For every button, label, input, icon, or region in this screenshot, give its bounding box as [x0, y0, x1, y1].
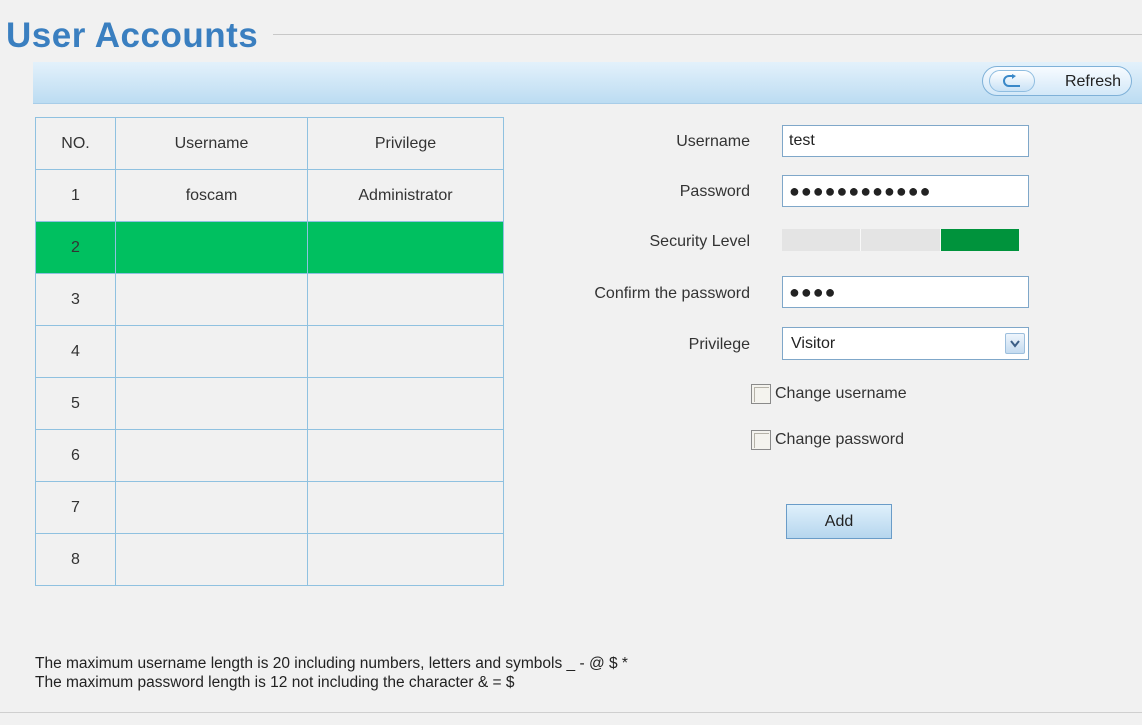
refresh-arrow-icon: [989, 70, 1035, 92]
cell-no: 7: [35, 481, 116, 534]
cell-username: [115, 377, 308, 430]
change-password-label: Change password: [775, 431, 904, 448]
table-header-row: NO. Username Privilege: [35, 117, 504, 170]
username-label: Username: [676, 133, 750, 150]
cell-no: 4: [35, 325, 116, 378]
change-password-checkbox[interactable]: [751, 430, 771, 450]
refresh-label: Refresh: [1064, 73, 1121, 90]
cell-no: 8: [35, 533, 116, 586]
cell-username: [115, 273, 308, 326]
cell-no: 1: [35, 169, 116, 222]
table-row-selected[interactable]: 2: [35, 221, 504, 274]
cell-no: 3: [35, 273, 116, 326]
table-row[interactable]: 5: [35, 377, 504, 430]
cell-no: 6: [35, 429, 116, 482]
column-header-username: Username: [115, 117, 308, 170]
confirm-password-label: Confirm the password: [594, 285, 750, 302]
table-row[interactable]: 6: [35, 429, 504, 482]
cell-username: [115, 429, 308, 482]
cell-username: [115, 481, 308, 534]
cell-username: [115, 221, 308, 274]
cell-privilege: [307, 273, 504, 326]
confirm-password-field[interactable]: ●●●●: [782, 276, 1029, 308]
username-field[interactable]: test: [782, 125, 1029, 157]
cell-privilege: [307, 533, 504, 586]
refresh-button[interactable]: Refresh: [982, 66, 1132, 96]
user-table: NO. Username Privilege 1 foscam Administ…: [35, 117, 504, 586]
cell-no: 5: [35, 377, 116, 430]
password-field[interactable]: ●●●●●●●●●●●●: [782, 175, 1029, 207]
table-row[interactable]: 4: [35, 325, 504, 378]
page-title: User Accounts: [6, 16, 259, 55]
toolbar: Refresh: [33, 62, 1142, 104]
cell-username: [115, 533, 308, 586]
cell-privilege: [307, 481, 504, 534]
privilege-select-value: Visitor: [791, 335, 836, 352]
cell-username: foscam: [115, 169, 308, 222]
add-button[interactable]: Add: [786, 504, 892, 539]
bottom-divider: [0, 712, 1142, 713]
change-password-option[interactable]: Change password: [751, 429, 904, 451]
cell-privilege: [307, 325, 504, 378]
username-rule-note: The maximum username length is 20 includ…: [35, 655, 628, 672]
change-username-label: Change username: [775, 385, 907, 402]
cell-privilege: [307, 221, 504, 274]
privilege-label: Privilege: [688, 336, 750, 353]
table-row[interactable]: 7: [35, 481, 504, 534]
privilege-select[interactable]: Visitor: [782, 327, 1029, 360]
change-username-option[interactable]: Change username: [751, 383, 907, 405]
table-row[interactable]: 8: [35, 533, 504, 586]
chevron-down-icon[interactable]: [1005, 333, 1025, 354]
title-divider: [273, 34, 1142, 35]
security-segment-medium: [861, 229, 941, 251]
change-username-checkbox[interactable]: [751, 384, 771, 404]
table-row[interactable]: 3: [35, 273, 504, 326]
cell-privilege: [307, 429, 504, 482]
cell-username: [115, 325, 308, 378]
security-segment-weak: [782, 229, 862, 251]
table-row[interactable]: 1 foscam Administrator: [35, 169, 504, 222]
password-rule-note: The maximum password length is 12 not in…: [35, 674, 515, 691]
column-header-privilege: Privilege: [307, 117, 504, 170]
column-header-no: NO.: [35, 117, 116, 170]
password-label: Password: [679, 183, 750, 200]
security-level-meter: [782, 229, 1019, 251]
cell-privilege: Administrator: [307, 169, 504, 222]
cell-no: 2: [35, 221, 116, 274]
security-segment-strong: [940, 229, 1019, 251]
cell-privilege: [307, 377, 504, 430]
security-level-label: Security Level: [649, 233, 751, 250]
